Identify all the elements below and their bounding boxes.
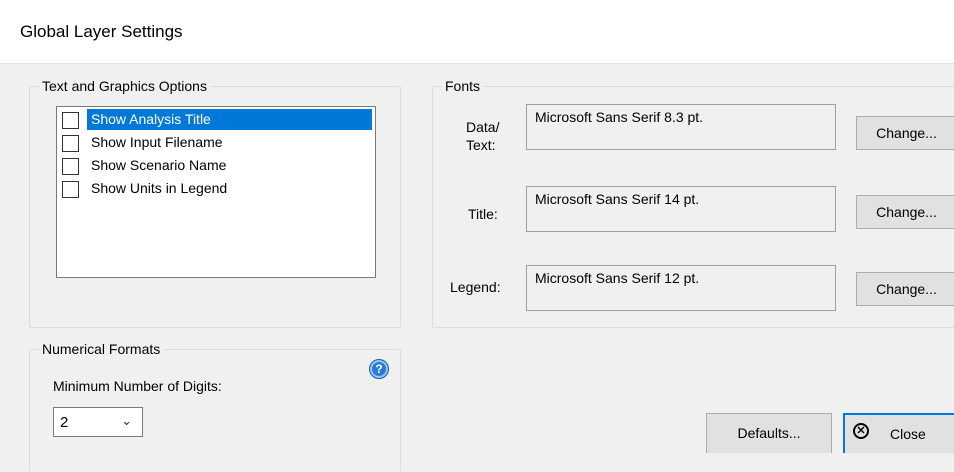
legend-font-label: Legend:	[450, 279, 501, 295]
close-icon: ✕	[853, 423, 869, 439]
legend-font-display: Microsoft Sans Serif 12 pt.	[526, 265, 836, 311]
list-item-label: Show Units in Legend	[91, 180, 228, 196]
window-title: Global Layer Settings	[20, 22, 183, 41]
min-digits-value: 2	[60, 414, 69, 431]
min-digits-label: Minimum Number of Digits:	[53, 378, 222, 394]
options-listbox[interactable]: Show Analysis Title Show Input Filename …	[56, 106, 376, 278]
change-legend-font-button[interactable]: Change...	[856, 272, 954, 306]
defaults-button[interactable]: Defaults...	[706, 413, 832, 453]
list-item-show-input-filename[interactable]: Show Input Filename	[62, 132, 372, 154]
numerical-formats-legend: Numerical Formats	[42, 341, 161, 357]
data-text-label: Data/ Text:	[466, 118, 499, 154]
show-input-filename-checkbox[interactable]	[62, 135, 79, 152]
title-font-value: Microsoft Sans Serif 14 pt.	[535, 191, 700, 207]
title-font-display: Microsoft Sans Serif 14 pt.	[526, 186, 836, 232]
show-scenario-name-checkbox[interactable]	[62, 158, 79, 175]
fonts-legend: Fonts	[445, 78, 481, 94]
close-button-label: Close	[890, 426, 926, 442]
legend-font-value: Microsoft Sans Serif 12 pt.	[535, 270, 700, 286]
show-analysis-title-checkbox[interactable]	[62, 112, 79, 129]
title-font-label: Title:	[468, 206, 498, 222]
title-bar: Global Layer Settings	[0, 0, 954, 64]
chevron-down-icon: ⌄	[121, 413, 132, 428]
data-text-label-line2: Text:	[466, 137, 496, 153]
list-item-show-scenario-name[interactable]: Show Scenario Name	[62, 155, 372, 177]
data-text-font-display: Microsoft Sans Serif 8.3 pt.	[526, 104, 836, 150]
show-units-in-legend-checkbox[interactable]	[62, 181, 79, 198]
list-item-label: Show Input Filename	[91, 134, 223, 150]
change-data-text-font-button[interactable]: Change...	[856, 116, 954, 150]
list-item-show-units-in-legend[interactable]: Show Units in Legend	[62, 178, 372, 200]
list-item-label: Show Scenario Name	[91, 157, 227, 173]
text-graphics-legend: Text and Graphics Options	[42, 78, 207, 94]
close-button[interactable]: ✕ Close	[843, 413, 954, 453]
data-text-label-line1: Data/	[466, 119, 500, 135]
min-digits-select[interactable]: 2 ⌄	[53, 407, 143, 437]
help-icon[interactable]: ?	[369, 359, 389, 379]
list-item-show-analysis-title[interactable]: Show Analysis Title	[62, 109, 372, 131]
list-item-label: Show Analysis Title	[87, 109, 372, 130]
data-text-font-value: Microsoft Sans Serif 8.3 pt.	[535, 109, 704, 125]
change-title-font-button[interactable]: Change...	[856, 195, 954, 229]
